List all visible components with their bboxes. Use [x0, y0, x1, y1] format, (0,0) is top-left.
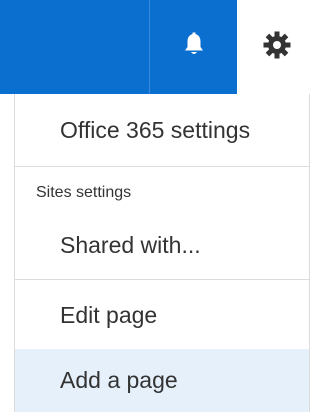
add-a-page-item[interactable]: Add a page: [15, 349, 309, 412]
office365-settings-item[interactable]: Office 365 settings: [15, 106, 309, 154]
edit-page-item[interactable]: Edit page: [15, 291, 309, 339]
menu-separator: [15, 279, 309, 280]
sites-settings-heading: Sites settings: [36, 184, 132, 201]
menu-border-right: [309, 94, 310, 412]
settings-button[interactable]: [237, 0, 316, 94]
shared-with-label: Shared with...: [60, 231, 201, 258]
office365-settings-label: Office 365 settings: [60, 116, 251, 143]
notifications-button[interactable]: [150, 0, 237, 94]
add-a-page-label: Add a page: [60, 367, 178, 393]
bell-icon: [183, 32, 205, 63]
shared-with-item[interactable]: Shared with...: [15, 220, 309, 270]
menu-separator: [15, 166, 309, 167]
top-bar-empty-area: [0, 0, 149, 94]
screen: Office 365 settings Sites settings Share…: [0, 0, 316, 412]
edit-page-label: Edit page: [60, 301, 158, 328]
gear-icon: [262, 30, 292, 65]
